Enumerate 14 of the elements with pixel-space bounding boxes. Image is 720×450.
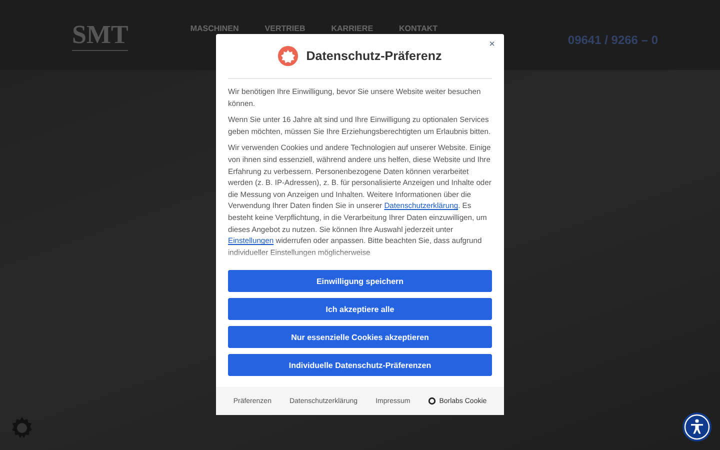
accessibility-icon[interactable] [682,412,712,442]
nav-link[interactable]: KARRIERE [331,24,374,32]
nav-link[interactable]: VERTRIEB [264,24,306,32]
consent-button[interactable]: Einwilligung speichern [228,270,492,292]
ring-icon [428,397,436,405]
close-button[interactable]: × [489,39,495,50]
cookie-logo-icon [278,46,298,66]
nav-link[interactable]: KONTAKT [399,24,438,32]
phone-number: 09641 / 9266 – 0 [568,32,658,47]
dialog-title: Datenschutz-Präferenz [306,49,442,63]
nav-link[interactable]: MASCHINEN [190,24,239,32]
consent-button[interactable]: Nur essenzielle Cookies akzeptieren [228,326,492,348]
consent-button[interactable]: Individuelle Datenschutz-Präferenzen [228,354,492,376]
consent-button[interactable]: Ich akzeptiere alle [228,298,492,320]
